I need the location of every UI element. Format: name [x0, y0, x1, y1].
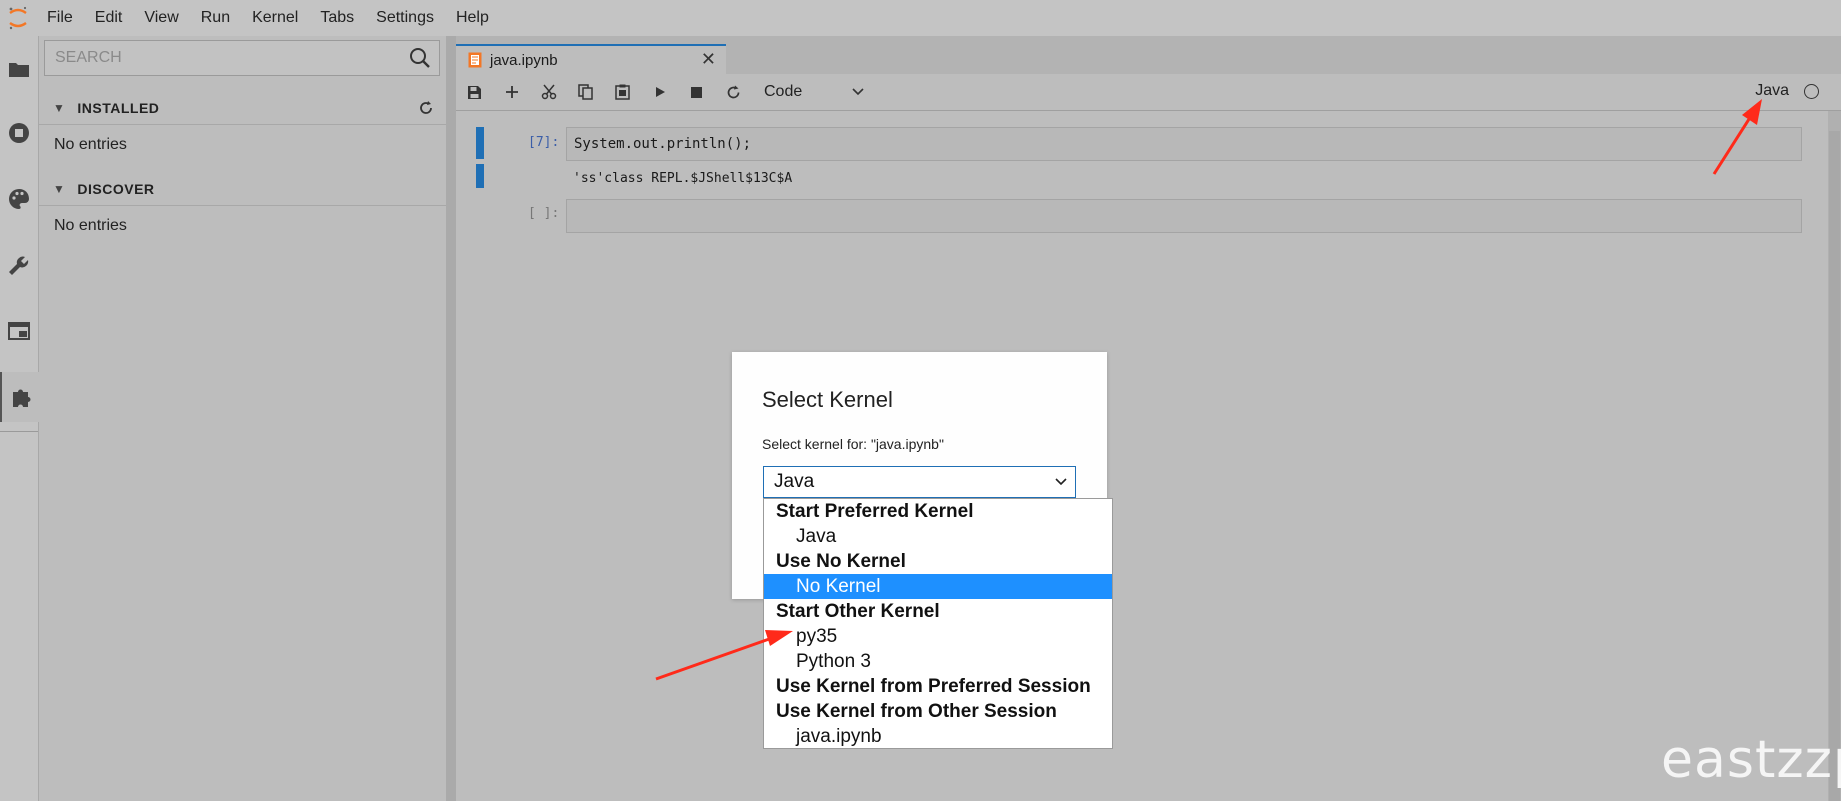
caret-down-icon: ▼: [53, 182, 66, 196]
cell-type-label: Code: [764, 83, 803, 100]
tab-title: java.ipynb: [490, 51, 558, 69]
menu-help[interactable]: Help: [445, 9, 500, 27]
installed-section-header[interactable]: ▼ INSTALLED: [39, 92, 446, 125]
save-icon[interactable]: [456, 74, 493, 110]
kernel-name-button[interactable]: Java: [1755, 82, 1789, 100]
caret-down-icon: ▼: [53, 101, 66, 115]
close-icon[interactable]: ✕: [701, 49, 716, 70]
notebook-area: java.ipynb ✕ Code Java [7]: System.out.p…: [456, 36, 1841, 801]
menu-bar: File Edit View Run Kernel Tabs Settings …: [0, 0, 1841, 36]
discover-empty: No entries: [54, 217, 127, 234]
optgroup-preferred-session: Use Kernel from Preferred Session: [776, 676, 1091, 697]
cell-output: 'ss'class REPL.$JShell$13C$A: [573, 171, 793, 186]
kernel-idle-status-icon: [1804, 84, 1819, 99]
run-icon[interactable]: [641, 74, 678, 110]
dialog-body: Select kernel for: "java.ipynb": [762, 436, 944, 452]
notebook-content: [7]: System.out.println(); 'ss'class REP…: [456, 111, 1828, 801]
installed-empty: No entries: [54, 136, 127, 153]
wrench-icon[interactable]: [0, 241, 38, 291]
chevron-down-icon: [852, 88, 864, 96]
discover-title: DISCOVER: [77, 181, 155, 197]
discover-section-header[interactable]: ▼ DISCOVER: [39, 173, 446, 206]
chevron-down-icon: [1055, 478, 1067, 486]
running-sessions-icon[interactable]: [0, 108, 38, 158]
optgroup-start-other: Start Other Kernel: [776, 601, 940, 622]
folder-icon[interactable]: [0, 44, 38, 94]
extension-puzzle-icon[interactable]: [0, 372, 40, 422]
tab-java-ipynb[interactable]: java.ipynb ✕: [456, 44, 726, 74]
stop-icon[interactable]: [678, 74, 715, 110]
option-no-kernel[interactable]: No Kernel: [764, 574, 1112, 599]
search-input[interactable]: [45, 40, 409, 76]
menu-view[interactable]: View: [133, 9, 189, 27]
cell-type-select[interactable]: Code: [764, 83, 864, 101]
menu-file[interactable]: File: [36, 9, 84, 27]
menu-settings[interactable]: Settings: [365, 9, 445, 27]
code-cell-input[interactable]: [566, 199, 1802, 233]
activity-divider: [0, 431, 38, 432]
menu-tabs[interactable]: Tabs: [309, 9, 365, 27]
optgroup-start-preferred: Start Preferred Kernel: [776, 501, 974, 522]
refresh-icon[interactable]: [418, 100, 434, 116]
scrollbar-thumb[interactable]: [1829, 131, 1840, 801]
paste-icon[interactable]: [604, 74, 641, 110]
option-java[interactable]: Java: [764, 524, 1112, 549]
add-cell-icon[interactable]: [493, 74, 530, 110]
output-collapser[interactable]: [476, 164, 484, 188]
activity-bar: [0, 36, 40, 801]
copy-icon[interactable]: [567, 74, 604, 110]
kernel-dropdown-list: Start Preferred Kernel Java Use No Kerne…: [763, 498, 1113, 749]
palette-icon[interactable]: [0, 174, 38, 224]
dialog-title: Select Kernel: [762, 387, 893, 412]
jupyter-logo-icon: [0, 0, 36, 36]
code-cell-input[interactable]: System.out.println();: [566, 127, 1802, 161]
notebook-file-icon: [468, 52, 482, 68]
option-py35[interactable]: py35: [764, 624, 1112, 649]
menu-kernel[interactable]: Kernel: [241, 9, 309, 27]
search-icon[interactable]: [409, 47, 431, 69]
option-python3[interactable]: Python 3: [764, 649, 1112, 674]
menu-run[interactable]: Run: [190, 9, 241, 27]
cell-collapser[interactable]: [476, 127, 484, 159]
installed-title: INSTALLED: [77, 100, 160, 116]
option-java-ipynb[interactable]: java.ipynb: [764, 724, 1112, 749]
kernel-select-value: Java: [774, 471, 815, 492]
tabs-window-icon[interactable]: [0, 306, 38, 356]
menu-edit[interactable]: Edit: [84, 9, 134, 27]
cut-icon[interactable]: [530, 74, 567, 110]
kernel-select[interactable]: Java: [763, 466, 1076, 498]
vertical-scrollbar[interactable]: [1828, 111, 1841, 801]
restart-icon[interactable]: [715, 74, 752, 110]
optgroup-other-session: Use Kernel from Other Session: [776, 701, 1057, 722]
optgroup-no-kernel: Use No Kernel: [776, 551, 906, 572]
input-prompt: [ ]:: [528, 206, 560, 221]
search-box: [44, 40, 440, 76]
extension-manager-panel: ▼ INSTALLED No entries ▼ DISCOVER No ent…: [39, 36, 456, 801]
watermark: eastzzp: [1661, 730, 1841, 790]
input-prompt: [7]:: [528, 135, 560, 150]
notebook-toolbar: Code Java: [456, 74, 1841, 111]
